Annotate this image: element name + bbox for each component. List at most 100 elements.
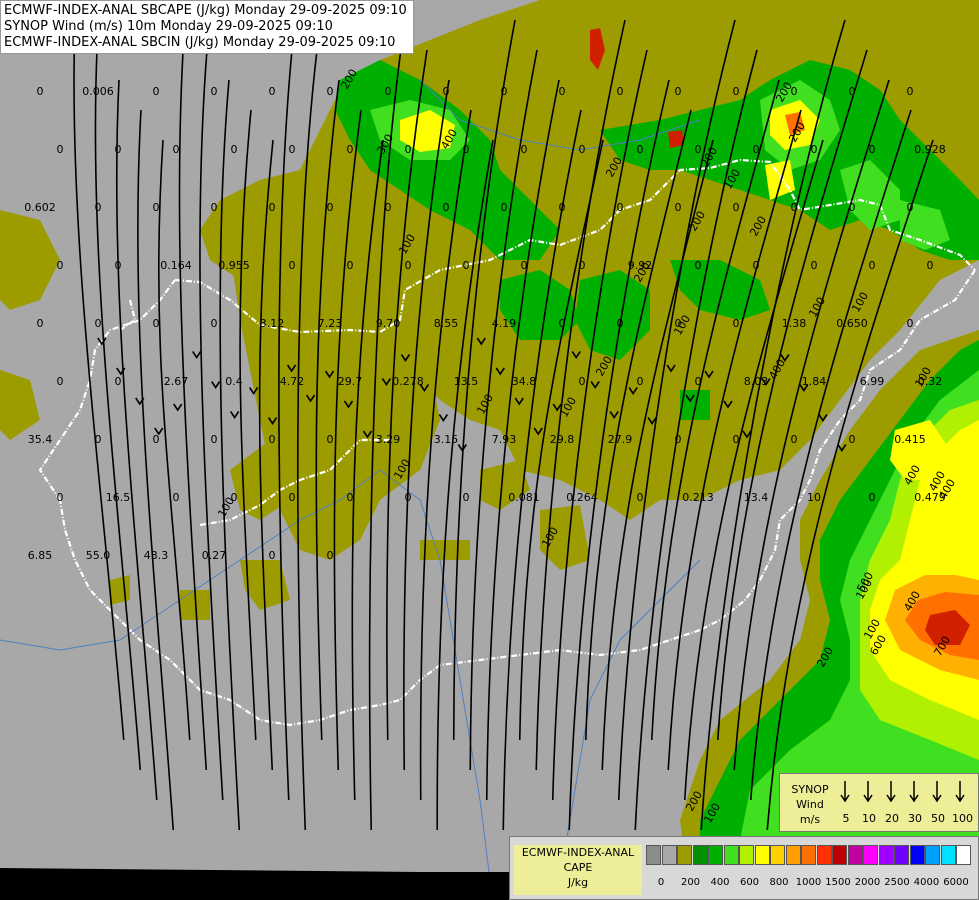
cin-value: 0 bbox=[57, 143, 64, 156]
cin-value: 0 bbox=[579, 375, 586, 388]
cin-value: 0 bbox=[231, 491, 238, 504]
cin-value: 0 bbox=[289, 143, 296, 156]
cin-value: 0 bbox=[675, 317, 682, 330]
cin-value: 8.55 bbox=[434, 317, 459, 330]
cape-color-swatch bbox=[661, 845, 677, 865]
cin-value: 4.19 bbox=[492, 317, 517, 330]
cin-value: 0 bbox=[95, 201, 102, 214]
cin-value: 0 bbox=[211, 433, 218, 446]
cin-value: 0.602 bbox=[24, 201, 56, 214]
cin-value: 35.4 bbox=[28, 433, 53, 446]
cin-value: 0 bbox=[463, 259, 470, 272]
cin-value: 6.99 bbox=[860, 375, 885, 388]
cin-value: 0 bbox=[733, 85, 740, 98]
cin-value: 0.278 bbox=[392, 375, 424, 388]
wind-barb-icons bbox=[840, 781, 965, 803]
cin-value: 0 bbox=[907, 85, 914, 98]
cin-value: 8.03 bbox=[744, 375, 769, 388]
cape-color-swatch bbox=[847, 845, 863, 865]
cin-value: 0 bbox=[289, 259, 296, 272]
cin-value: 0 bbox=[501, 85, 508, 98]
wind-barb-icon bbox=[932, 781, 942, 803]
cin-value: 0 bbox=[675, 85, 682, 98]
synop-legend-subtitle: Wind bbox=[796, 798, 824, 811]
cin-value: 0 bbox=[811, 143, 818, 156]
wind-barb-icon bbox=[863, 781, 873, 803]
cin-value: 0 bbox=[849, 201, 856, 214]
cape-color-swatch bbox=[863, 845, 878, 865]
cape-color-swatch bbox=[956, 845, 971, 865]
cin-value: 0 bbox=[115, 259, 122, 272]
cin-value: 0 bbox=[269, 549, 276, 562]
cape-color-swatch bbox=[925, 845, 940, 865]
header-line-cin: ECMWF-INDEX-ANAL SBCIN (J/kg) Monday 29-… bbox=[4, 35, 396, 50]
synop-legend-value: 5 bbox=[842, 812, 850, 825]
cin-value: 0 bbox=[637, 143, 644, 156]
cin-value: 0 bbox=[927, 259, 934, 272]
cin-value: 0 bbox=[153, 85, 160, 98]
cape-legend-tick: 2000 bbox=[854, 877, 881, 888]
cin-value: 0 bbox=[405, 491, 412, 504]
cin-value: 0 bbox=[637, 375, 644, 388]
cin-value: 0 bbox=[57, 491, 64, 504]
cin-value: 0 bbox=[289, 491, 296, 504]
cin-value: 0 bbox=[521, 143, 528, 156]
cin-value: 0 bbox=[849, 433, 856, 446]
cin-value: 0 bbox=[269, 433, 276, 446]
cin-value: 0 bbox=[173, 491, 180, 504]
cin-value: 0.928 bbox=[914, 143, 946, 156]
cin-value: 0 bbox=[869, 491, 876, 504]
cin-value: 29.8 bbox=[550, 433, 575, 446]
cin-value: 0 bbox=[443, 85, 450, 98]
cin-value: 0 bbox=[869, 259, 876, 272]
cin-value: 0 bbox=[907, 317, 914, 330]
cin-value: 0.479 bbox=[914, 491, 946, 504]
cin-value: 0 bbox=[327, 201, 334, 214]
cin-value: 7.23 bbox=[318, 317, 343, 330]
cape-color-swatch bbox=[646, 845, 661, 865]
cin-value: 0 bbox=[869, 143, 876, 156]
cin-value: 0 bbox=[37, 317, 44, 330]
cin-value: 27.9 bbox=[608, 433, 633, 446]
cin-value: 0.415 bbox=[894, 433, 926, 446]
cin-value: 0.27 bbox=[202, 549, 227, 562]
cin-value: 13.4 bbox=[744, 491, 769, 504]
cape-color-swatch bbox=[770, 845, 785, 865]
cape-color-swatch bbox=[677, 845, 692, 865]
cape-legend-title: ECMWF-INDEX-ANAL bbox=[521, 846, 635, 859]
cin-value: 0 bbox=[153, 433, 160, 446]
cin-value: 0 bbox=[791, 85, 798, 98]
cin-value: 0 bbox=[521, 259, 528, 272]
cin-value: 34.8 bbox=[512, 375, 537, 388]
cin-value: 0 bbox=[347, 259, 354, 272]
cin-value: 3.15 bbox=[434, 433, 459, 446]
cin-value: 0 bbox=[385, 85, 392, 98]
cape-color-swatch bbox=[754, 845, 770, 865]
cin-value: 3.12 bbox=[260, 317, 285, 330]
cin-value: 0.213 bbox=[682, 491, 714, 504]
cin-value: 43.3 bbox=[144, 549, 169, 562]
cin-value: 0 bbox=[791, 433, 798, 446]
cin-value: 0 bbox=[675, 201, 682, 214]
cin-value: 0.264 bbox=[566, 491, 598, 504]
synop-legend-value: 30 bbox=[908, 812, 922, 825]
cin-value: 0 bbox=[695, 259, 702, 272]
cin-value: 0 bbox=[327, 85, 334, 98]
cin-value: 0 bbox=[617, 85, 624, 98]
cin-value: 0 bbox=[849, 85, 856, 98]
wind-barb-icon bbox=[840, 781, 850, 803]
cin-value: 1.84 bbox=[802, 375, 827, 388]
cape-color-swatch bbox=[816, 845, 832, 865]
cape-legend-tick: 200 bbox=[680, 877, 701, 888]
synop-legend-title: SYNOP bbox=[791, 783, 829, 796]
cin-value: 0 bbox=[95, 317, 102, 330]
cin-value: 3.29 bbox=[376, 433, 401, 446]
cin-value: 0 bbox=[211, 201, 218, 214]
cape-color-swatch bbox=[940, 845, 956, 865]
cape-legend-unit: J/kg bbox=[567, 876, 589, 889]
cape-legend-tick: 6000 bbox=[943, 877, 969, 888]
outside-domain bbox=[0, 868, 509, 900]
synop-legend-value: 20 bbox=[885, 812, 899, 825]
cin-value: 0.4 bbox=[225, 375, 243, 388]
cin-value: 0 bbox=[695, 143, 702, 156]
